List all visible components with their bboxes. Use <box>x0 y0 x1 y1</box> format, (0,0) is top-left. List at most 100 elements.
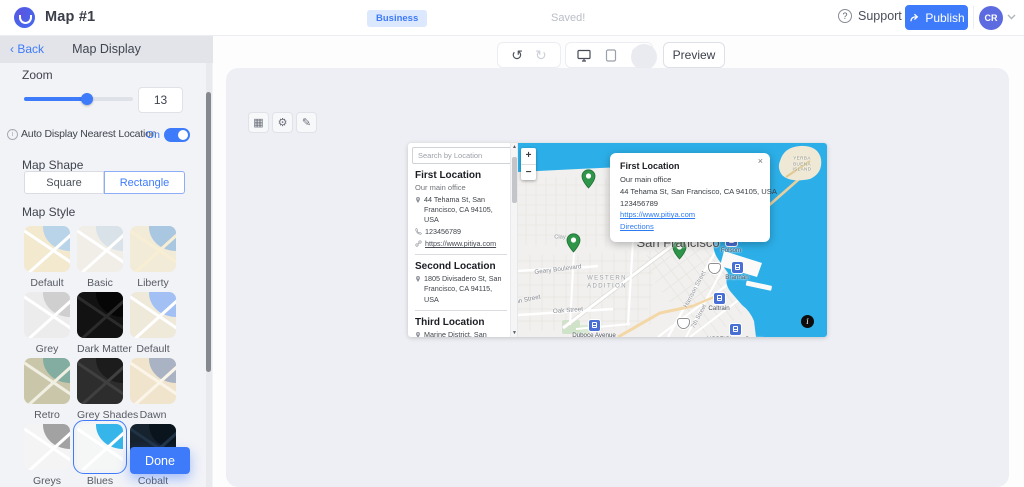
transit-stop-icon[interactable] <box>588 319 600 331</box>
map-style-tile-label: Blues <box>86 475 114 487</box>
preview-button[interactable]: Preview <box>663 42 725 68</box>
popup-website-link[interactable]: https://www.pitiya.com <box>620 209 760 221</box>
map-style-tile[interactable]: Grey Shades <box>77 358 139 421</box>
location-website-link[interactable]: https://www.pitiya.com <box>415 239 507 249</box>
location-list-item[interactable]: First Location Our main office 44 Tehama S… <box>415 170 507 249</box>
support-button[interactable]: ? Support <box>838 9 902 23</box>
zoom-label: Zoom <box>22 68 53 82</box>
map-style-tile[interactable]: Basic <box>77 226 123 289</box>
map-marker-pin[interactable] <box>672 240 687 265</box>
map-style-tile[interactable]: Dawn <box>130 358 176 421</box>
map-info-button[interactable]: i <box>801 315 814 328</box>
editor-canvas: ▦ ⚙ ✎ First Location Our main office 44 Te… <box>226 68 1009 487</box>
map-style-tile-label: Dawn <box>139 409 167 421</box>
zoom-slider[interactable] <box>24 93 133 105</box>
transit-stop-icon[interactable] <box>729 323 741 335</box>
location-title: First Location <box>415 170 482 181</box>
map-style-tile[interactable]: Default <box>24 226 70 289</box>
transit-stop-label: UCSF/Chase Center <box>707 336 764 337</box>
done-button[interactable]: Done <box>130 447 190 474</box>
location-detail-text: 1805 Divisadero St, San Francisco, CA 94… <box>424 274 502 304</box>
sidebar-scrollbar[interactable] <box>205 63 212 487</box>
shape-option-rectangle[interactable]: Rectangle <box>104 171 185 194</box>
map-style-thumbnail <box>24 226 70 272</box>
map-style-thumbnail <box>130 292 176 338</box>
location-detail-text: 44 Tehama St, San Francisco, CA 94105, U… <box>424 195 493 225</box>
map-style-tile[interactable]: Greys <box>24 424 70 487</box>
undo-icon[interactable]: ↺ <box>511 48 523 62</box>
link-icon <box>415 240 422 247</box>
panel-title: Map Display <box>72 42 141 56</box>
map-view[interactable]: Folsom Brannan Caltrain UCSF/Chase Center Du… <box>518 143 827 337</box>
app-logo-icon[interactable] <box>14 7 35 28</box>
toggle-state-label: On <box>146 129 161 141</box>
saved-status: Saved! <box>551 12 586 24</box>
panel-scrollbar-thumb[interactable] <box>512 157 517 203</box>
popup-directions-link[interactable]: Directions <box>620 221 760 233</box>
map-style-thumbnail <box>130 226 176 272</box>
close-icon[interactable]: × <box>758 156 763 166</box>
pin-icon <box>416 331 420 337</box>
popup-title: First Location <box>620 161 680 171</box>
search-input[interactable] <box>412 147 512 164</box>
map-style-tile-label: Retro <box>34 409 60 421</box>
zoom-slider-thumb[interactable] <box>81 93 94 105</box>
map-style-tile-label: Grey Shades <box>77 409 139 421</box>
transit-stop-icon[interactable] <box>731 261 743 273</box>
map-style-tile[interactable]: Blues <box>73 420 127 487</box>
transit-stop-label: Caltrain <box>708 305 730 312</box>
avatar[interactable]: CR <box>979 6 1003 30</box>
map-info-window: × First Location Our main office 44 Teha… <box>610 153 777 242</box>
map-zoom-in-button[interactable]: + <box>521 148 536 165</box>
map-style-tile[interactable]: Liberty <box>130 226 176 289</box>
scroll-down-icon[interactable]: ▼ <box>511 329 517 337</box>
scroll-up-icon[interactable]: ▲ <box>511 143 517 151</box>
sidebar-scrollbar-thumb[interactable] <box>205 92 211 372</box>
tram-glyph <box>591 322 597 328</box>
location-title: Third Location <box>415 316 485 328</box>
popup-address: 44 Tehama St, San Francisco, CA 94105, U… <box>620 186 777 196</box>
map-marker-pin[interactable] <box>566 233 581 258</box>
topbar-divider <box>973 6 974 29</box>
publish-button[interactable]: Publish <box>905 5 968 30</box>
shape-option-square[interactable]: Square <box>24 171 104 194</box>
tablet-view-icon[interactable] <box>605 48 617 62</box>
settings-sidebar: ‹ Back Map Display Zoom i Auto Display N… <box>0 36 213 487</box>
list-divider <box>415 309 507 311</box>
tram-glyph <box>732 326 738 332</box>
map-style-tile-label: Liberty <box>137 277 169 289</box>
location-list-item[interactable]: Second Location 1805 Divisadero St, San F… <box>415 261 507 304</box>
auto-display-toggle[interactable] <box>164 128 190 142</box>
map-style-tile-label: Dark Matter <box>77 343 132 355</box>
map-style-thumbnail <box>77 292 123 338</box>
map-style-tile[interactable]: Dark Matter <box>77 292 132 355</box>
layout-grid-icon[interactable]: ▦ <box>248 112 269 133</box>
map-style-tile[interactable]: Default <box>130 292 176 355</box>
chevron-down-icon[interactable] <box>1007 14 1016 20</box>
map-zoom-out-button[interactable]: − <box>521 165 536 181</box>
zoom-value-input[interactable] <box>138 87 183 113</box>
top-bar: Map #1 Business Saved! ? Support Publish… <box>0 0 1024 36</box>
location-list-item[interactable]: Third LocationMarine District, San Franc… <box>415 317 507 337</box>
map-style-thumbnail <box>24 292 70 338</box>
map-title: Map #1 <box>45 9 96 25</box>
placeholder-circle-button[interactable] <box>631 44 657 70</box>
highway-shield-icon <box>707 262 721 274</box>
map-widget-preview: First Location Our main office 44 Tehama S… <box>408 143 827 337</box>
panel-scrollbar[interactable]: ▲ ▼ <box>510 143 517 337</box>
map-shape-label: Map Shape <box>22 158 84 172</box>
pencil-icon[interactable]: ✎ <box>296 112 317 133</box>
map-style-tile[interactable]: Retro <box>24 358 70 421</box>
map-marker-pin[interactable] <box>581 169 596 194</box>
location-detail-row: 123456789 <box>415 227 507 237</box>
map-style-tile[interactable]: Grey <box>24 292 70 355</box>
auto-display-label: Auto Display Nearest Location <box>21 128 157 140</box>
redo-icon[interactable]: ↻ <box>535 48 547 62</box>
transit-stop-icon[interactable] <box>713 292 725 304</box>
info-circle-icon: i <box>7 129 18 140</box>
location-detail-text: 123456789 <box>425 227 461 237</box>
map-style-thumbnail <box>77 226 123 272</box>
desktop-view-icon[interactable] <box>577 49 591 62</box>
question-circle-icon: ? <box>838 9 852 23</box>
gear-icon[interactable]: ⚙ <box>272 112 293 133</box>
